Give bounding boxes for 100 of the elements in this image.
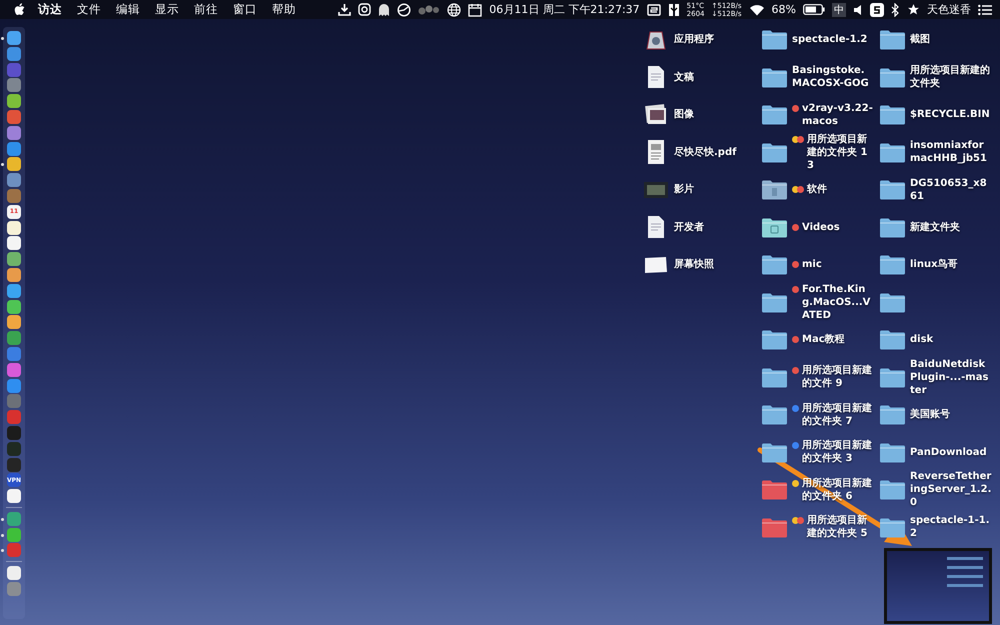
app-icon[interactable] bbox=[7, 284, 21, 298]
star-icon[interactable] bbox=[907, 3, 920, 16]
menu-item[interactable]: 访达 bbox=[38, 2, 62, 17]
folder-icon[interactable] bbox=[878, 142, 906, 163]
file-name[interactable]: spectacle-1-1.2 bbox=[910, 514, 992, 540]
folder-icon[interactable] bbox=[878, 366, 906, 388]
apple-logo-icon[interactable] bbox=[14, 3, 25, 16]
folder-icon[interactable] bbox=[760, 104, 788, 126]
app-icon[interactable] bbox=[7, 236, 21, 250]
file-name[interactable]: spectacle-1.2 bbox=[792, 33, 874, 46]
file-name[interactable]: 软件 bbox=[807, 183, 874, 196]
dots-icon[interactable] bbox=[418, 4, 440, 16]
folder-icon[interactable] bbox=[760, 254, 788, 276]
menu-item[interactable]: 文件 bbox=[77, 2, 101, 17]
folder-icon[interactable] bbox=[878, 104, 906, 126]
image-file-icon[interactable] bbox=[643, 254, 669, 275]
file-name[interactable]: 美国账号 bbox=[910, 408, 992, 422]
app-icon[interactable] bbox=[7, 300, 21, 314]
gear-icon[interactable] bbox=[358, 3, 372, 16]
file-name[interactable]: For.The.King.MacOS...VATED bbox=[802, 282, 874, 322]
app-icon[interactable] bbox=[7, 268, 21, 282]
file-name[interactable]: $RECYCLE.BIN bbox=[910, 108, 992, 122]
app-logo-icon[interactable] bbox=[870, 2, 884, 16]
app-logo-icon[interactable] bbox=[646, 4, 661, 16]
app-icon[interactable] bbox=[7, 157, 21, 172]
date-time[interactable]: 06月11日 周二 下午21:27:37 bbox=[489, 2, 640, 17]
folder-icon[interactable] bbox=[878, 404, 906, 426]
file-name[interactable]: 文稿 bbox=[674, 70, 756, 84]
folder-icon[interactable] bbox=[878, 66, 906, 88]
pictures-icon[interactable] bbox=[644, 104, 668, 126]
clock-icon[interactable] bbox=[397, 2, 412, 16]
file-name[interactable]: 影片 bbox=[674, 183, 756, 196]
folder-icon[interactable] bbox=[760, 66, 788, 88]
menu-item[interactable]: 编辑 bbox=[116, 2, 140, 17]
folder-icon[interactable] bbox=[760, 442, 788, 463]
photo-thumbnail-icon[interactable] bbox=[643, 180, 669, 200]
folder-icon[interactable] bbox=[878, 29, 906, 50]
app-icon[interactable] bbox=[7, 315, 21, 330]
file-name[interactable]: v2ray-v3.22-macos bbox=[802, 102, 874, 128]
folder-icon[interactable] bbox=[760, 216, 788, 238]
document-icon[interactable] bbox=[645, 65, 667, 90]
file-name[interactable]: 用所选项目新建的文件夹 bbox=[910, 64, 992, 90]
wifi-icon[interactable] bbox=[748, 4, 765, 16]
file-name[interactable]: DG510653_x861 bbox=[910, 176, 992, 203]
folder-icon[interactable] bbox=[878, 516, 906, 538]
bluetooth-icon[interactable] bbox=[891, 2, 900, 16]
file-name[interactable]: Videos bbox=[802, 220, 874, 234]
file-name[interactable]: insomniaxformacHHB_jb51 bbox=[910, 139, 992, 166]
folder-icon[interactable] bbox=[760, 29, 788, 50]
folder-icon[interactable] bbox=[878, 329, 906, 350]
input-method-indicator[interactable]: 中 bbox=[832, 2, 846, 16]
folder-icon[interactable] bbox=[878, 442, 906, 463]
file-name[interactable]: 尽快尽快.pdf bbox=[674, 146, 756, 159]
file-name[interactable]: Basingstoke.MACOSX-GOG bbox=[792, 64, 874, 90]
app-icon[interactable] bbox=[7, 31, 21, 45]
file-name[interactable]: 用所选项目新建的文件 9 bbox=[802, 364, 874, 390]
file-name[interactable]: BaiduNetdiskPlugin-...-master bbox=[910, 358, 992, 397]
file-name[interactable]: 用所选项目新建的文件夹 13 bbox=[807, 132, 874, 172]
file-name[interactable]: 开发者 bbox=[674, 220, 756, 234]
ghost-icon[interactable] bbox=[378, 2, 390, 16]
document-icon[interactable] bbox=[645, 215, 667, 240]
file-name[interactable]: mic bbox=[802, 258, 874, 272]
folder-icon[interactable] bbox=[878, 479, 906, 500]
file-name[interactable]: 屏幕快照 bbox=[674, 258, 756, 272]
file-name[interactable]: 用所选项目新建的文件夹 7 bbox=[802, 402, 874, 428]
file-name[interactable]: 图像 bbox=[674, 108, 756, 122]
folder-icon[interactable] bbox=[760, 179, 788, 200]
calendar-icon[interactable] bbox=[468, 2, 482, 16]
globe-icon[interactable] bbox=[447, 2, 462, 16]
folder-icon[interactable] bbox=[760, 292, 788, 313]
menu-item[interactable]: 前往 bbox=[194, 2, 218, 17]
app-icon[interactable] bbox=[7, 220, 21, 235]
app-icon[interactable] bbox=[7, 94, 21, 108]
folder-icon[interactable] bbox=[878, 179, 906, 200]
file-name[interactable]: 用所选项目新建的文件夹 3 bbox=[802, 439, 874, 466]
file-name[interactable]: 截图 bbox=[910, 33, 992, 46]
list-icon[interactable] bbox=[978, 4, 992, 16]
folder-icon[interactable] bbox=[878, 292, 906, 313]
menu-item[interactable]: 帮助 bbox=[272, 2, 296, 17]
file-name[interactable]: disk bbox=[910, 333, 992, 346]
folder-icon[interactable] bbox=[878, 216, 906, 238]
screenshot-thumbnail[interactable] bbox=[884, 548, 992, 624]
file-name[interactable]: ReverseTetheringServer_1.2.0 bbox=[910, 470, 992, 510]
file-name[interactable]: PanDownload bbox=[910, 446, 992, 459]
folder-icon[interactable] bbox=[760, 366, 788, 388]
battery-icon[interactable] bbox=[803, 4, 825, 15]
folder-icon[interactable] bbox=[760, 404, 788, 426]
download-icon[interactable] bbox=[338, 3, 352, 16]
file-name[interactable]: 用所选项目新建的文件夹 5 bbox=[807, 514, 874, 540]
file-name[interactable]: 新建文件夹 bbox=[910, 220, 992, 234]
menu-item[interactable]: 窗口 bbox=[233, 2, 257, 17]
speaker-icon[interactable] bbox=[853, 4, 863, 16]
menu-item[interactable]: 显示 bbox=[155, 2, 179, 17]
file-name[interactable]: 应用程序 bbox=[674, 33, 756, 46]
pdf-document-icon[interactable] bbox=[645, 139, 667, 166]
folder-icon[interactable] bbox=[760, 329, 788, 350]
app-icon[interactable] bbox=[7, 489, 21, 504]
folder-icon[interactable] bbox=[878, 254, 906, 276]
file-name[interactable]: Mac教程 bbox=[802, 333, 874, 346]
app-icon[interactable] bbox=[7, 252, 21, 266]
